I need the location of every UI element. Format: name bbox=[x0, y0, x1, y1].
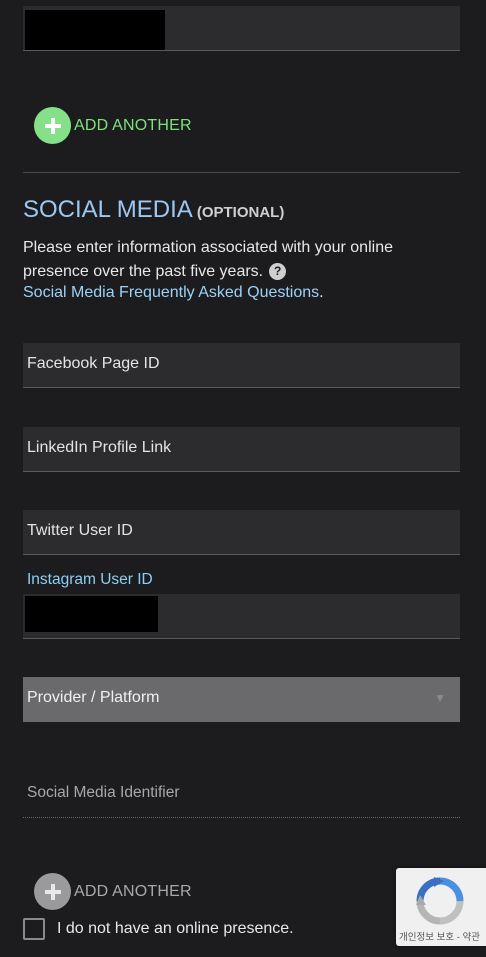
section-divider bbox=[23, 172, 460, 173]
facebook-page-id-input[interactable]: Facebook Page ID bbox=[23, 343, 460, 388]
chevron-down-icon: ▼ bbox=[434, 691, 446, 705]
optional-label: (OPTIONAL) bbox=[196, 204, 285, 221]
section-description: Please enter information associated with… bbox=[23, 236, 443, 283]
identifier-placeholder: Social Media Identifier bbox=[27, 784, 180, 801]
add-another-label: ADD ANOTHER bbox=[74, 882, 192, 900]
previous-entry-field[interactable] bbox=[23, 6, 460, 51]
facebook-placeholder: Facebook Page ID bbox=[27, 355, 160, 372]
add-another-button[interactable]: ADD ANOTHER bbox=[34, 107, 192, 144]
recaptcha-logo-icon bbox=[414, 875, 466, 932]
description-text: Please enter information associated with… bbox=[23, 239, 393, 280]
instagram-label: Instagram User ID bbox=[27, 571, 153, 588]
question-circle-icon[interactable]: ? bbox=[269, 262, 287, 280]
linkedin-placeholder: LinkedIn Profile Link bbox=[27, 439, 172, 456]
instagram-user-id-input[interactable] bbox=[23, 594, 460, 639]
faq-link-row: Social Media Frequently Asked Questions. bbox=[23, 284, 324, 302]
redacted-value bbox=[25, 596, 158, 632]
faq-link[interactable]: Social Media Frequently Asked Questions bbox=[23, 284, 319, 301]
add-another-label: ADD ANOTHER bbox=[74, 116, 192, 134]
recaptcha-badge[interactable]: 개인정보 보호 - 약관 bbox=[396, 868, 486, 946]
section-title: SOCIAL MEDIA (OPTIONAL) bbox=[23, 196, 284, 224]
twitter-placeholder: Twitter User ID bbox=[27, 522, 133, 539]
social-media-identifier-input[interactable]: Social Media Identifier bbox=[23, 770, 460, 818]
add-another-social-button[interactable]: ADD ANOTHER bbox=[34, 873, 192, 910]
linkedin-profile-input[interactable]: LinkedIn Profile Link bbox=[23, 427, 460, 472]
twitter-user-id-input[interactable]: Twitter User ID bbox=[23, 510, 460, 555]
redacted-value bbox=[25, 10, 165, 50]
plus-circle-icon bbox=[34, 873, 71, 910]
provider-placeholder: Provider / Platform bbox=[27, 689, 160, 706]
section-title-text: SOCIAL MEDIA bbox=[23, 196, 193, 223]
recaptcha-privacy-terms[interactable]: 개인정보 보호 - 약관 bbox=[399, 929, 480, 943]
provider-platform-select[interactable]: Provider / Platform ▼ bbox=[23, 677, 460, 722]
plus-circle-icon bbox=[34, 107, 71, 144]
no-online-presence-row[interactable]: I do not have an online presence. bbox=[23, 918, 294, 940]
no-online-presence-checkbox[interactable] bbox=[23, 918, 45, 940]
no-online-presence-label: I do not have an online presence. bbox=[57, 920, 294, 937]
faq-link-period: . bbox=[319, 284, 324, 301]
